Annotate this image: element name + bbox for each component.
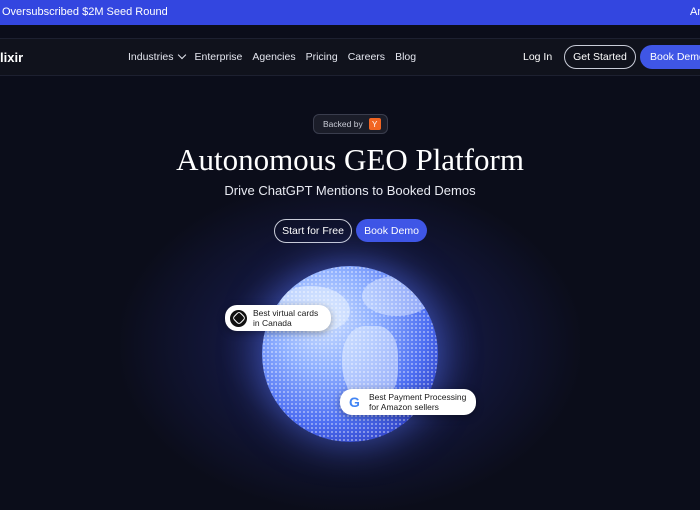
- backed-by-label: Backed by: [323, 119, 363, 129]
- ycombinator-logo-icon: Y: [368, 118, 381, 130]
- globe-illustration: [262, 266, 438, 442]
- get-started-button[interactable]: Get Started: [564, 45, 636, 69]
- badge-line1: Best Payment Processing: [369, 392, 467, 402]
- nav-item-enterprise[interactable]: Enterprise: [195, 51, 243, 63]
- start-free-button[interactable]: Start for Free: [274, 219, 352, 243]
- ranking-badge-chatgpt: Best virtual cards in Canada: [225, 305, 331, 331]
- top-nav: lixir Industries Enterprise Agencies Pri…: [0, 38, 700, 76]
- nav-item-label: Industries: [128, 51, 174, 63]
- chevron-down-icon: [177, 50, 186, 60]
- nav-item-agencies[interactable]: Agencies: [252, 51, 295, 63]
- nav-item-pricing[interactable]: Pricing: [306, 51, 338, 63]
- hero-subtitle: Drive ChatGPT Mentions to Booked Demos: [224, 183, 476, 198]
- badge-text: Best virtual cards in Canada: [253, 308, 318, 328]
- nav-item-careers[interactable]: Careers: [348, 51, 385, 63]
- google-icon: G: [346, 393, 363, 411]
- nav-links: Industries Enterprise Agencies Pricing C…: [128, 50, 416, 63]
- logo[interactable]: lixir: [0, 50, 23, 65]
- book-demo-button[interactable]: Book Demo: [356, 219, 427, 242]
- login-link[interactable]: Log In: [523, 51, 552, 63]
- badge-text: Best Payment Processing for Amazon selle…: [369, 392, 466, 412]
- badge-line1: Best virtual cards: [253, 308, 319, 318]
- nav-item-blog[interactable]: Blog: [395, 51, 416, 63]
- backed-by-badge: Backed by Y: [313, 114, 388, 134]
- hero-title: Autonomous GEO Platform: [176, 142, 524, 177]
- badge-line2: in Canada: [253, 318, 292, 328]
- ranking-badge-google: G Best Payment Processing for Amazon sel…: [340, 389, 476, 415]
- book-demo-nav-button[interactable]: Book Demo: [640, 45, 700, 69]
- announcement-bar[interactable]: Oversubscribed $2M Seed Round An: [0, 0, 700, 25]
- chatgpt-icon: [230, 309, 247, 327]
- globe-dot-pattern: [262, 266, 438, 442]
- announcement-text[interactable]: Oversubscribed $2M Seed Round: [2, 6, 168, 18]
- announcement-text-repeat: An: [690, 6, 700, 18]
- badge-line2: for Amazon sellers: [369, 402, 439, 412]
- nav-item-industries[interactable]: Industries: [128, 50, 186, 63]
